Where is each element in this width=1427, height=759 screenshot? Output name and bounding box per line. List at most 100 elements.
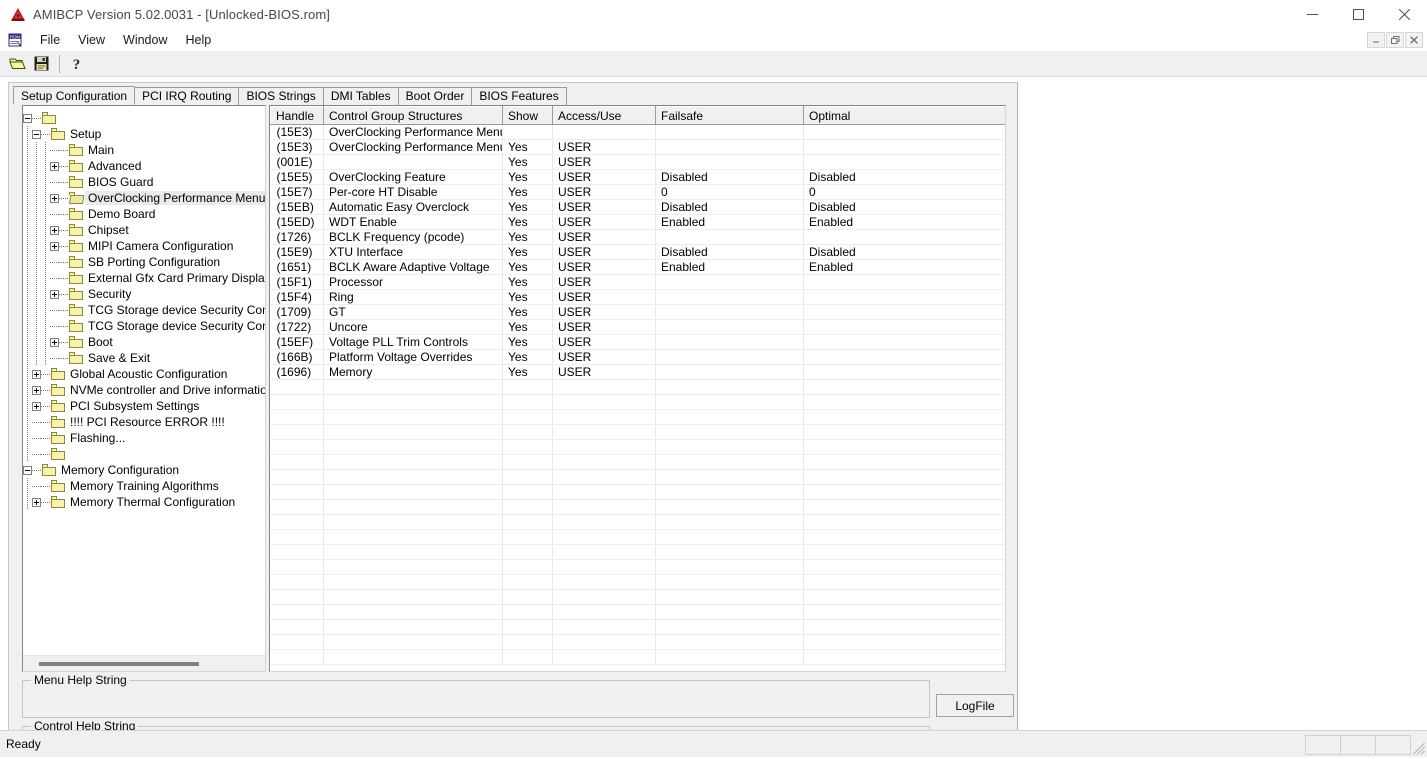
table-row-empty[interactable]	[271, 575, 1006, 590]
cell-access-use[interactable]: USER	[553, 230, 656, 245]
tree-expander-icon[interactable]	[50, 290, 59, 299]
cell-empty[interactable]	[656, 590, 804, 605]
cell-empty[interactable]	[503, 575, 553, 590]
cell-handle[interactable]: (1696)	[271, 365, 324, 380]
table-row-empty[interactable]	[271, 455, 1006, 470]
cell-empty[interactable]	[324, 455, 503, 470]
cell-empty[interactable]	[804, 515, 1006, 530]
cell-failsafe[interactable]	[656, 275, 804, 290]
cell-empty[interactable]	[553, 545, 656, 560]
cell-empty[interactable]	[553, 590, 656, 605]
cell-empty[interactable]	[324, 530, 503, 545]
cell-empty[interactable]	[553, 515, 656, 530]
mdi-close-icon[interactable]	[1405, 32, 1423, 48]
table-row-empty[interactable]	[271, 530, 1006, 545]
cell-empty[interactable]	[503, 470, 553, 485]
cell-access-use[interactable]: USER	[553, 185, 656, 200]
table-row-empty[interactable]	[271, 605, 1006, 620]
maximize-icon[interactable]	[1335, 0, 1381, 29]
cell-empty[interactable]	[503, 620, 553, 635]
cell-handle[interactable]: (15E3)	[271, 140, 324, 155]
logfile-button[interactable]: LogFile	[936, 694, 1014, 717]
table-row[interactable]: (15F4)RingYesUSER	[271, 290, 1006, 305]
cell-empty[interactable]	[804, 440, 1006, 455]
cell-empty[interactable]	[324, 485, 503, 500]
cell-show[interactable]: Yes	[503, 365, 553, 380]
cell-empty[interactable]	[503, 530, 553, 545]
cell-handle[interactable]: (001E)	[271, 155, 324, 170]
cell-optimal[interactable]	[804, 350, 1006, 365]
cell-control-group-structures[interactable]: OverClocking Performance Menu	[324, 140, 503, 155]
tab-setup-configuration[interactable]: Setup Configuration	[13, 86, 135, 105]
cell-empty[interactable]	[271, 440, 324, 455]
cell-handle[interactable]: (15E9)	[271, 245, 324, 260]
cell-access-use[interactable]: USER	[553, 335, 656, 350]
cell-empty[interactable]	[656, 380, 804, 395]
cell-handle[interactable]: (15F4)	[271, 290, 324, 305]
cell-optimal[interactable]	[804, 305, 1006, 320]
tree-expander-icon[interactable]	[50, 338, 59, 347]
cell-optimal[interactable]	[804, 140, 1006, 155]
cell-show[interactable]: Yes	[503, 305, 553, 320]
table-row[interactable]: (15E3)OverClocking Performance Menu	[271, 125, 1006, 140]
cell-empty[interactable]	[503, 455, 553, 470]
cell-control-group-structures[interactable]: OverClocking Feature	[324, 170, 503, 185]
cell-empty[interactable]	[553, 410, 656, 425]
cell-empty[interactable]	[656, 620, 804, 635]
tree-expander-icon[interactable]	[32, 386, 41, 395]
cell-empty[interactable]	[553, 380, 656, 395]
cell-empty[interactable]	[804, 620, 1006, 635]
table-row[interactable]: (15E7)Per-core HT DisableYesUSER00	[271, 185, 1006, 200]
cell-empty[interactable]	[553, 530, 656, 545]
tab-boot-order[interactable]: Boot Order	[398, 87, 473, 105]
tree-scrollbar-thumb[interactable]	[39, 662, 199, 666]
cell-access-use[interactable]: USER	[553, 200, 656, 215]
grid-header-show[interactable]: Show	[503, 107, 553, 125]
cell-empty[interactable]	[553, 470, 656, 485]
tree-expander-icon[interactable]	[32, 402, 41, 411]
tree-expander-icon[interactable]	[32, 130, 41, 139]
table-row[interactable]: (15F1)ProcessorYesUSER	[271, 275, 1006, 290]
tree-node[interactable]: Chipset	[23, 222, 265, 238]
cell-failsafe[interactable]	[656, 365, 804, 380]
table-row-empty[interactable]	[271, 560, 1006, 575]
cell-empty[interactable]	[804, 380, 1006, 395]
tree-node[interactable]	[23, 446, 265, 462]
table-row-empty[interactable]	[271, 635, 1006, 650]
cell-empty[interactable]	[271, 635, 324, 650]
cell-empty[interactable]	[271, 515, 324, 530]
cell-optimal[interactable]: Enabled	[804, 215, 1006, 230]
cell-empty[interactable]	[271, 425, 324, 440]
mdi-minimize-icon[interactable]	[1367, 32, 1385, 48]
table-row[interactable]: (001E)YesUSER	[271, 155, 1006, 170]
cell-empty[interactable]	[503, 515, 553, 530]
cell-empty[interactable]	[271, 395, 324, 410]
cell-show[interactable]: Yes	[503, 185, 553, 200]
tab-bios-strings[interactable]: BIOS Strings	[238, 87, 323, 105]
tree-expander-icon[interactable]	[50, 226, 59, 235]
table-row[interactable]: (15ED)WDT EnableYesUSEREnabledEnabled	[271, 215, 1006, 230]
cell-empty[interactable]	[553, 455, 656, 470]
cell-optimal[interactable]	[804, 155, 1006, 170]
tab-bios-features[interactable]: BIOS Features	[471, 87, 566, 105]
cell-empty[interactable]	[503, 395, 553, 410]
cell-handle[interactable]: (15E7)	[271, 185, 324, 200]
cell-show[interactable]: Yes	[503, 275, 553, 290]
cell-failsafe[interactable]	[656, 155, 804, 170]
cell-show[interactable]: Yes	[503, 200, 553, 215]
close-icon[interactable]	[1381, 0, 1427, 29]
cell-show[interactable]: Yes	[503, 215, 553, 230]
cell-empty[interactable]	[804, 410, 1006, 425]
grid-header-handle[interactable]: Handle	[271, 107, 324, 125]
cell-empty[interactable]	[271, 650, 324, 665]
cell-control-group-structures[interactable]	[324, 155, 503, 170]
grid-header-access-use[interactable]: Access/Use	[553, 107, 656, 125]
cell-empty[interactable]	[656, 560, 804, 575]
cell-handle[interactable]: (15ED)	[271, 215, 324, 230]
table-row[interactable]: (15E3)OverClocking Performance MenuYesUS…	[271, 140, 1006, 155]
table-row[interactable]: (15EF)Voltage PLL Trim ControlsYesUSER	[271, 335, 1006, 350]
cell-handle[interactable]: (15E5)	[271, 170, 324, 185]
table-row[interactable]: (1709)GTYesUSER	[271, 305, 1006, 320]
cell-empty[interactable]	[656, 545, 804, 560]
cell-empty[interactable]	[503, 485, 553, 500]
